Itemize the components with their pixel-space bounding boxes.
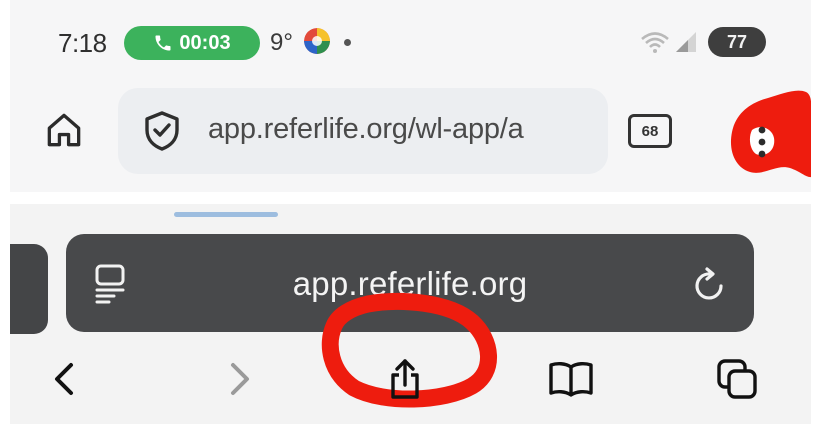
red-highlight-scribble [731,90,811,177]
weather-temperature: 9° [270,29,293,56]
safari-panel: app.referlife.org [10,204,811,424]
safari-url: app.referlife.org [292,265,528,302]
previous-tab-card[interactable] [10,244,48,334]
share-icon [391,359,419,399]
tabs-icon [717,359,757,399]
safari-share-button[interactable] [370,344,440,414]
ongoing-call-chip[interactable]: 00:03 [124,26,260,60]
status-time: 7:18 [58,28,107,58]
status-bar: 7:18 00:03 9° 77 [10,0,811,84]
bookmarks-icon [549,361,593,397]
url-fade [538,88,608,174]
omnibox-url: app.referlife.org/wl-app/a [208,113,524,145]
more-notifications-dot [344,39,351,46]
shield-check-icon[interactable] [142,110,182,152]
battery-indicator: 77 [708,27,766,57]
safari-toolbar [10,292,811,424]
android-menu-button[interactable] [710,68,811,188]
forward-icon [231,363,249,395]
tab-switcher-button[interactable]: 68 [628,114,672,148]
bookmarks-button[interactable] [536,344,606,414]
home-icon [47,113,81,147]
call-timer: 00:03 [179,31,231,54]
app-notification-icon [304,28,330,54]
chrome-toolbar: app.referlife.org/wl-app/a 68 [10,84,811,184]
forward-button[interactable] [204,344,274,414]
cell-signal-icon [676,32,696,52]
reload-icon[interactable] [688,260,732,306]
back-button[interactable] [30,344,100,414]
tabs-button[interactable] [702,344,772,414]
page-content-edge [174,212,278,217]
home-button[interactable] [40,106,88,154]
android-chrome-panel: 7:18 00:03 9° 77 app.referlife.org/wl-ap… [10,0,811,192]
phone-icon [155,35,171,51]
more-vert-icon [758,126,766,158]
screenshot-composite: 7:18 00:03 9° 77 app.referlife.org/wl-ap… [0,0,817,424]
back-icon [55,363,73,395]
wifi-icon [641,32,669,53]
safari-address-bar[interactable]: app.referlife.org [66,234,754,332]
chrome-omnibox[interactable]: app.referlife.org/wl-app/a [118,88,608,174]
